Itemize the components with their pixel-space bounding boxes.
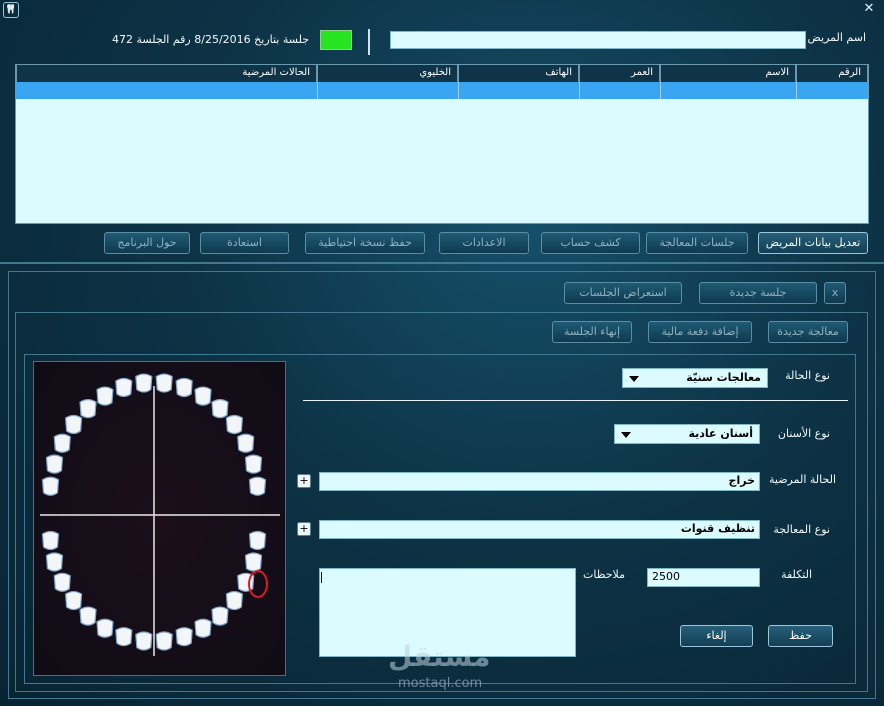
about-button[interactable]: حول البرنامج: [104, 232, 190, 254]
cancel-button[interactable]: إلغاء: [680, 625, 753, 647]
patient-name-input[interactable]: [390, 31, 806, 49]
restore-button[interactable]: استعادة: [200, 232, 289, 254]
save-button[interactable]: حفظ: [768, 625, 833, 647]
tooth-icon[interactable]: [248, 476, 267, 496]
table-cell: [458, 82, 579, 99]
tooth-icon[interactable]: [41, 476, 60, 496]
add-payment-button[interactable]: إضافة دفعة مالية: [648, 321, 752, 343]
case-type-value: معالجات سنيّة: [686, 371, 761, 384]
cost-field[interactable]: 2500: [647, 568, 760, 587]
col-header-age[interactable]: العمر: [579, 65, 660, 82]
tooth-icon[interactable]: [175, 627, 193, 647]
backup-button[interactable]: حفظ نسخة احتياطية: [305, 232, 425, 254]
tooth-icon[interactable]: [244, 454, 263, 474]
teeth-diagram[interactable]: [34, 362, 287, 677]
chevron-down-icon: [629, 376, 639, 382]
settings-button[interactable]: الاعدادات: [439, 232, 529, 254]
teeth-type-label: نوع الأسنان: [777, 427, 830, 440]
tooth-icon[interactable]: [115, 627, 133, 647]
tooth-icon[interactable]: [225, 590, 244, 611]
tooth-icon[interactable]: [45, 454, 64, 474]
tooth-icon[interactable]: [211, 399, 229, 419]
case-type-label: نوع الحالة: [785, 369, 830, 382]
new-treatment-button[interactable]: معالجة جديدة: [768, 321, 848, 343]
tooth-icon[interactable]: [194, 618, 212, 638]
add-treatment-button[interactable]: +: [297, 522, 311, 536]
end-session-button[interactable]: إنهاء الجلسة: [552, 321, 632, 343]
patients-table[interactable]: الرقم الاسم العمر الهاتف الخليوي الحالات…: [15, 64, 869, 224]
watermark-logo: مستقل: [388, 640, 491, 673]
condition-field[interactable]: خراج: [319, 472, 760, 491]
account-statement-button[interactable]: كشف حساب: [541, 232, 640, 254]
tooth-icon[interactable]: [79, 399, 97, 419]
close-icon[interactable]: ✕: [862, 2, 876, 16]
col-header-name[interactable]: الاسم: [660, 65, 796, 82]
table-row[interactable]: [16, 82, 868, 99]
tooth-icon[interactable]: [41, 530, 60, 551]
tooth-icon[interactable]: [155, 373, 173, 393]
teeth-type-value: أسنان عادية: [688, 427, 753, 440]
tooth-icon[interactable]: [64, 590, 83, 611]
teeth-type-dropdown[interactable]: أسنان عادية: [614, 424, 760, 444]
col-header-mobile[interactable]: الخليوي: [317, 65, 458, 82]
col-header-conditions[interactable]: الحالات المرضية: [16, 65, 317, 82]
tooth-icon[interactable]: [225, 414, 244, 435]
case-type-dropdown[interactable]: معالجات سنيّة: [622, 368, 768, 388]
table-cell: [796, 82, 868, 99]
chevron-down-icon: [621, 432, 631, 438]
table-cell: [16, 82, 317, 99]
treatment-sessions-button[interactable]: جلسات المعالجة: [646, 232, 748, 254]
text-cursor: [321, 572, 322, 583]
close-session-button[interactable]: x: [824, 282, 846, 304]
table-cell: [579, 82, 660, 99]
tooth-icon[interactable]: [53, 433, 71, 453]
tooth-icon[interactable]: [53, 572, 71, 592]
tooth-icon[interactable]: [175, 377, 193, 398]
session-info: جلسة بتاريخ 8/25/2016 رقم الجلسة 472: [112, 33, 310, 46]
tooth-icon[interactable]: [79, 606, 97, 626]
section-divider: [0, 262, 884, 264]
tooth-icon[interactable]: [237, 433, 255, 453]
tooth-icon[interactable]: [155, 631, 173, 651]
cost-label: التكلفة: [781, 568, 812, 581]
tooth-icon[interactable]: [96, 386, 114, 406]
col-header-phone[interactable]: الهاتف: [458, 65, 579, 82]
col-header-number[interactable]: الرقم: [796, 65, 868, 82]
header-divider: [368, 29, 370, 55]
tooth-icon[interactable]: [135, 631, 153, 651]
add-condition-button[interactable]: +: [297, 474, 311, 488]
tooth-icon[interactable]: [244, 552, 263, 572]
tooth-icon[interactable]: [194, 386, 212, 406]
table-cell: [317, 82, 458, 99]
tooth-icon[interactable]: [135, 373, 153, 393]
tooth-icon[interactable]: [115, 377, 133, 398]
watermark-url: mostaql.com: [398, 676, 483, 691]
edit-patient-button[interactable]: تعديل بيانات المريض: [758, 232, 868, 254]
condition-label: الحالة المرضية: [769, 473, 836, 486]
tooth-icon[interactable]: [45, 552, 64, 572]
treatment-type-label: نوع المعالجة: [773, 523, 830, 536]
patient-name-label: اسم المريض: [807, 31, 866, 44]
tooth-icon[interactable]: [211, 606, 229, 626]
tooth-app-icon: 🦷: [3, 2, 19, 18]
tooth-icon[interactable]: [96, 618, 114, 638]
form-divider: [303, 400, 848, 401]
new-session-button[interactable]: جلسة جديدة: [699, 282, 817, 304]
table-header: الرقم الاسم العمر الهاتف الخليوي الحالات…: [16, 65, 868, 82]
dental-chart[interactable]: [33, 361, 286, 676]
review-sessions-button[interactable]: استعراض الجلسات: [564, 282, 682, 304]
app-window: 🦷 ✕ اسم المريض جلسة بتاريخ 8/25/2016 رقم…: [0, 0, 884, 706]
tooth-icon[interactable]: [64, 414, 83, 435]
table-cell: [660, 82, 796, 99]
notes-label: ملاحظات: [583, 568, 625, 581]
tooth-icon[interactable]: [248, 530, 267, 551]
treatment-type-field[interactable]: تنظيف قنوات: [319, 520, 760, 539]
status-indicator: [320, 30, 352, 50]
